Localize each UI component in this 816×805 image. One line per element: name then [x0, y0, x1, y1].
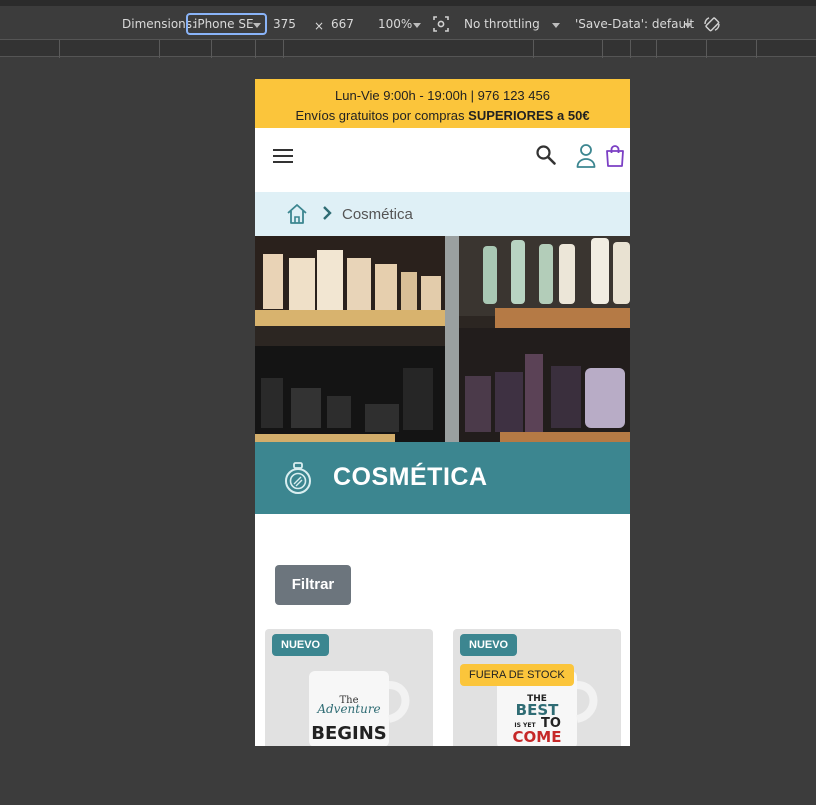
save-data-chevron-down-icon[interactable]: [684, 23, 692, 28]
free-shipping-notice: Envíos gratuitos por compras SUPERIORES …: [295, 108, 590, 123]
category-title: COSMÉTICA: [333, 463, 488, 491]
media-query-ruler: [0, 39, 816, 58]
user-account-icon[interactable]: [575, 143, 597, 169]
opening-hours: Lun-Vie 9:00h - 19:00h | 976 123 456: [335, 88, 550, 103]
announcement-bar: Lun-Vie 9:00h - 19:00h | 976 123 456 Env…: [255, 79, 630, 128]
product-card[interactable]: NUEVO THE BEST IS YET TO COME FUERA DE S…: [453, 629, 621, 746]
rotate-icon[interactable]: [703, 15, 721, 33]
out-of-stock-badge: FUERA DE STOCK: [460, 664, 574, 686]
device-name[interactable]: iPhone SE: [194, 17, 254, 31]
capture-screenshot-icon[interactable]: [433, 16, 449, 32]
menu-icon[interactable]: [273, 149, 293, 167]
dimensions-label: Dimensions:: [122, 17, 197, 31]
breadcrumb: Cosmética: [255, 192, 630, 236]
shopping-bag-icon[interactable]: [604, 144, 626, 168]
svg-text:COME: COME: [513, 728, 562, 746]
home-icon[interactable]: [286, 203, 308, 225]
product-card[interactable]: NUEVO The Adventure BEGINS: [265, 629, 433, 746]
site-header: [255, 128, 630, 192]
compact-mirror-icon: [285, 462, 311, 494]
product-mug-image: The Adventure BEGINS: [309, 671, 410, 746]
width-input[interactable]: 375: [273, 17, 296, 31]
svg-text:Adventure: Adventure: [316, 702, 380, 716]
save-data-select[interactable]: 'Save-Data': default: [575, 17, 694, 31]
category-banner-image: [255, 236, 630, 442]
new-badge: NUEVO: [272, 634, 330, 656]
search-icon[interactable]: [535, 144, 557, 166]
zoom-select[interactable]: 100%: [378, 17, 412, 31]
height-input[interactable]: 667: [331, 17, 354, 31]
throttling-select[interactable]: No throttling: [464, 17, 540, 31]
breadcrumb-current: Cosmética: [342, 206, 413, 223]
category-heading-bar: COSMÉTICA: [255, 442, 630, 514]
filter-button[interactable]: Filtrar: [275, 565, 351, 605]
times-sign: ×: [314, 19, 325, 33]
zoom-chevron-down-icon[interactable]: [413, 23, 421, 28]
throttling-chevron-down-icon[interactable]: [552, 23, 560, 28]
devtools-device-toolbar: Dimensions: iPhone SE 375 × 667 100% No …: [0, 6, 816, 39]
device-viewport: Lun-Vie 9:00h - 19:00h | 976 123 456 Env…: [255, 79, 630, 746]
new-badge: NUEVO: [460, 634, 518, 656]
device-chevron-down-icon[interactable]: [253, 23, 261, 28]
svg-text:BEGINS: BEGINS: [311, 723, 387, 744]
chevron-right-icon: [323, 206, 332, 220]
